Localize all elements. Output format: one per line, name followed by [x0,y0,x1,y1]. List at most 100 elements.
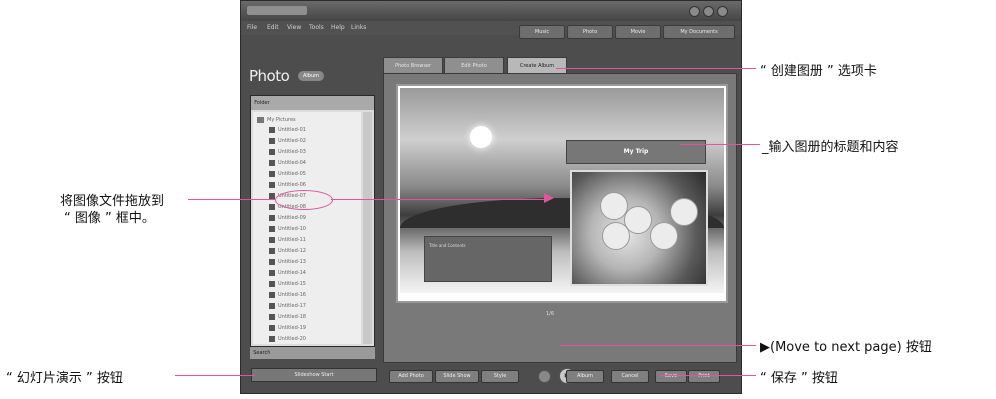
file-icon [269,325,275,331]
callout-line-slideshow [175,375,255,376]
tree-file-item[interactable]: Untitled-13 [253,258,353,266]
save-button[interactable]: Save [655,370,687,383]
callout-line-title [680,144,760,145]
tree-file-item[interactable]: Untitled-09 [253,214,353,222]
file-icon [269,270,275,276]
tab-create-album[interactable]: Create Album [507,57,567,74]
file-label: Untitled-06 [278,182,306,188]
file-label: Untitled-01 [278,127,306,133]
callout-line-drag-left [188,199,275,200]
menu-edit[interactable]: Edit [267,24,279,31]
callout-slideshow-button: “ 幻灯片演示 ” 按钮 [6,371,123,386]
tree-file-item[interactable]: Untitled-15 [253,280,353,288]
menu-links[interactable]: Links [351,24,366,31]
file-label: Untitled-02 [278,138,306,144]
callout-line-save [660,375,756,376]
tree-file-item[interactable]: Untitled-11 [253,236,353,244]
photo-button[interactable]: Photo [567,25,613,39]
menu-view[interactable]: View [287,24,301,31]
file-icon [269,171,275,177]
file-label: Untitled-04 [278,160,306,166]
text-box-label: Title and Contents [429,243,466,248]
previous-page-button[interactable] [538,370,551,383]
tree-file-item[interactable]: Untitled-05 [253,170,353,178]
tree-file-item[interactable]: Untitled-19 [253,324,353,332]
print-button[interactable]: Print [688,370,720,383]
file-label: Untitled-17 [278,303,306,309]
file-label: Untitled-19 [278,325,306,331]
music-button[interactable]: Music [519,25,565,39]
flower-image [650,222,678,250]
folder-icon [257,117,264,123]
menu-tools[interactable]: Tools [309,24,324,31]
album-button[interactable]: Album [566,370,604,383]
tab-edit-photo[interactable]: Edit Photo [444,57,504,74]
tree-file-item[interactable]: Untitled-20 [253,335,353,343]
tree-file-item[interactable]: Untitled-12 [253,247,353,255]
my-documents-button[interactable]: My Documents [663,25,735,39]
file-icon [269,303,275,309]
file-label: Untitled-05 [278,171,306,177]
image-box[interactable] [570,170,708,286]
file-icon [269,314,275,320]
callout-enter-title: _输入图册的标题和内容 [762,140,899,155]
panel-header: Folder [251,96,374,110]
tree-file-item[interactable]: Untitled-16 [253,291,353,299]
minimize-button[interactable] [689,6,700,17]
maximize-button[interactable] [703,6,714,17]
tree-file-item[interactable]: Untitled-17 [253,302,353,310]
callout-line-next [560,345,756,346]
flower-image [670,198,698,226]
album-text-box[interactable]: Title and Contents [424,236,552,282]
menu-help[interactable]: Help [331,24,345,31]
tree-file-item[interactable]: Untitled-10 [253,225,353,233]
file-icon [269,336,275,342]
tree-file-item[interactable]: Untitled-01 [253,126,353,134]
moon-image [470,126,492,148]
file-label: Untitled-14 [278,270,306,276]
cancel-button[interactable]: Cancel [611,370,649,383]
file-icon [269,259,275,265]
tree-root-label: My Pictures [267,117,296,123]
panel-header-label: Folder [254,100,270,106]
file-icon [269,138,275,144]
add-photo-button[interactable]: Add Photo [389,370,433,383]
tree-file-item[interactable]: Untitled-06 [253,181,353,189]
tree-root[interactable]: My Pictures [253,116,353,124]
file-icon [269,127,275,133]
file-label: Untitled-10 [278,226,306,232]
tree-file-item[interactable]: Untitled-02 [253,137,353,145]
page-indicator: 1/6 [546,311,555,317]
panel-footer: Search [250,347,375,359]
callout-line-drag-right [331,199,545,200]
close-button[interactable] [717,6,728,17]
file-label: Untitled-11 [278,237,306,243]
folder-panel: Folder My Pictures Untitled-01 Untitled-0… [250,95,375,347]
file-label: Untitled-20 [278,336,306,342]
slide-show-button[interactable]: Slide Show [435,370,479,383]
album-editor: My Trip Title and Contents 1/6 ▶ [383,73,737,384]
tab-photo-browser[interactable]: Photo Browser [383,57,443,74]
panel-footer-label: Search [253,350,271,356]
callout-drag-file-line2: “ 图像 ” 框中。 [64,211,155,226]
file-icon [269,237,275,243]
tree-scrollbar[interactable] [363,112,372,344]
page-title: Photo [249,67,290,85]
file-icon [269,292,275,298]
tree-file-item[interactable]: Untitled-04 [253,159,353,167]
movie-button[interactable]: Movie [615,25,661,39]
slideshow-button[interactable]: Slideshow Start [251,368,377,382]
file-label: Untitled-13 [278,259,306,265]
file-highlight [275,190,333,210]
file-icon [269,226,275,232]
flower-image [602,222,630,250]
menu-file[interactable]: File [247,24,257,31]
file-icon [269,204,275,210]
style-button[interactable]: Style [481,370,519,383]
file-icon [269,281,275,287]
file-icon [269,160,275,166]
tree-file-item[interactable]: Untitled-03 [253,148,353,156]
tree-file-item[interactable]: Untitled-14 [253,269,353,277]
folder-tree[interactable]: My Pictures Untitled-01 Untitled-02 Untitl… [253,112,361,344]
tree-file-item[interactable]: Untitled-18 [253,313,353,321]
